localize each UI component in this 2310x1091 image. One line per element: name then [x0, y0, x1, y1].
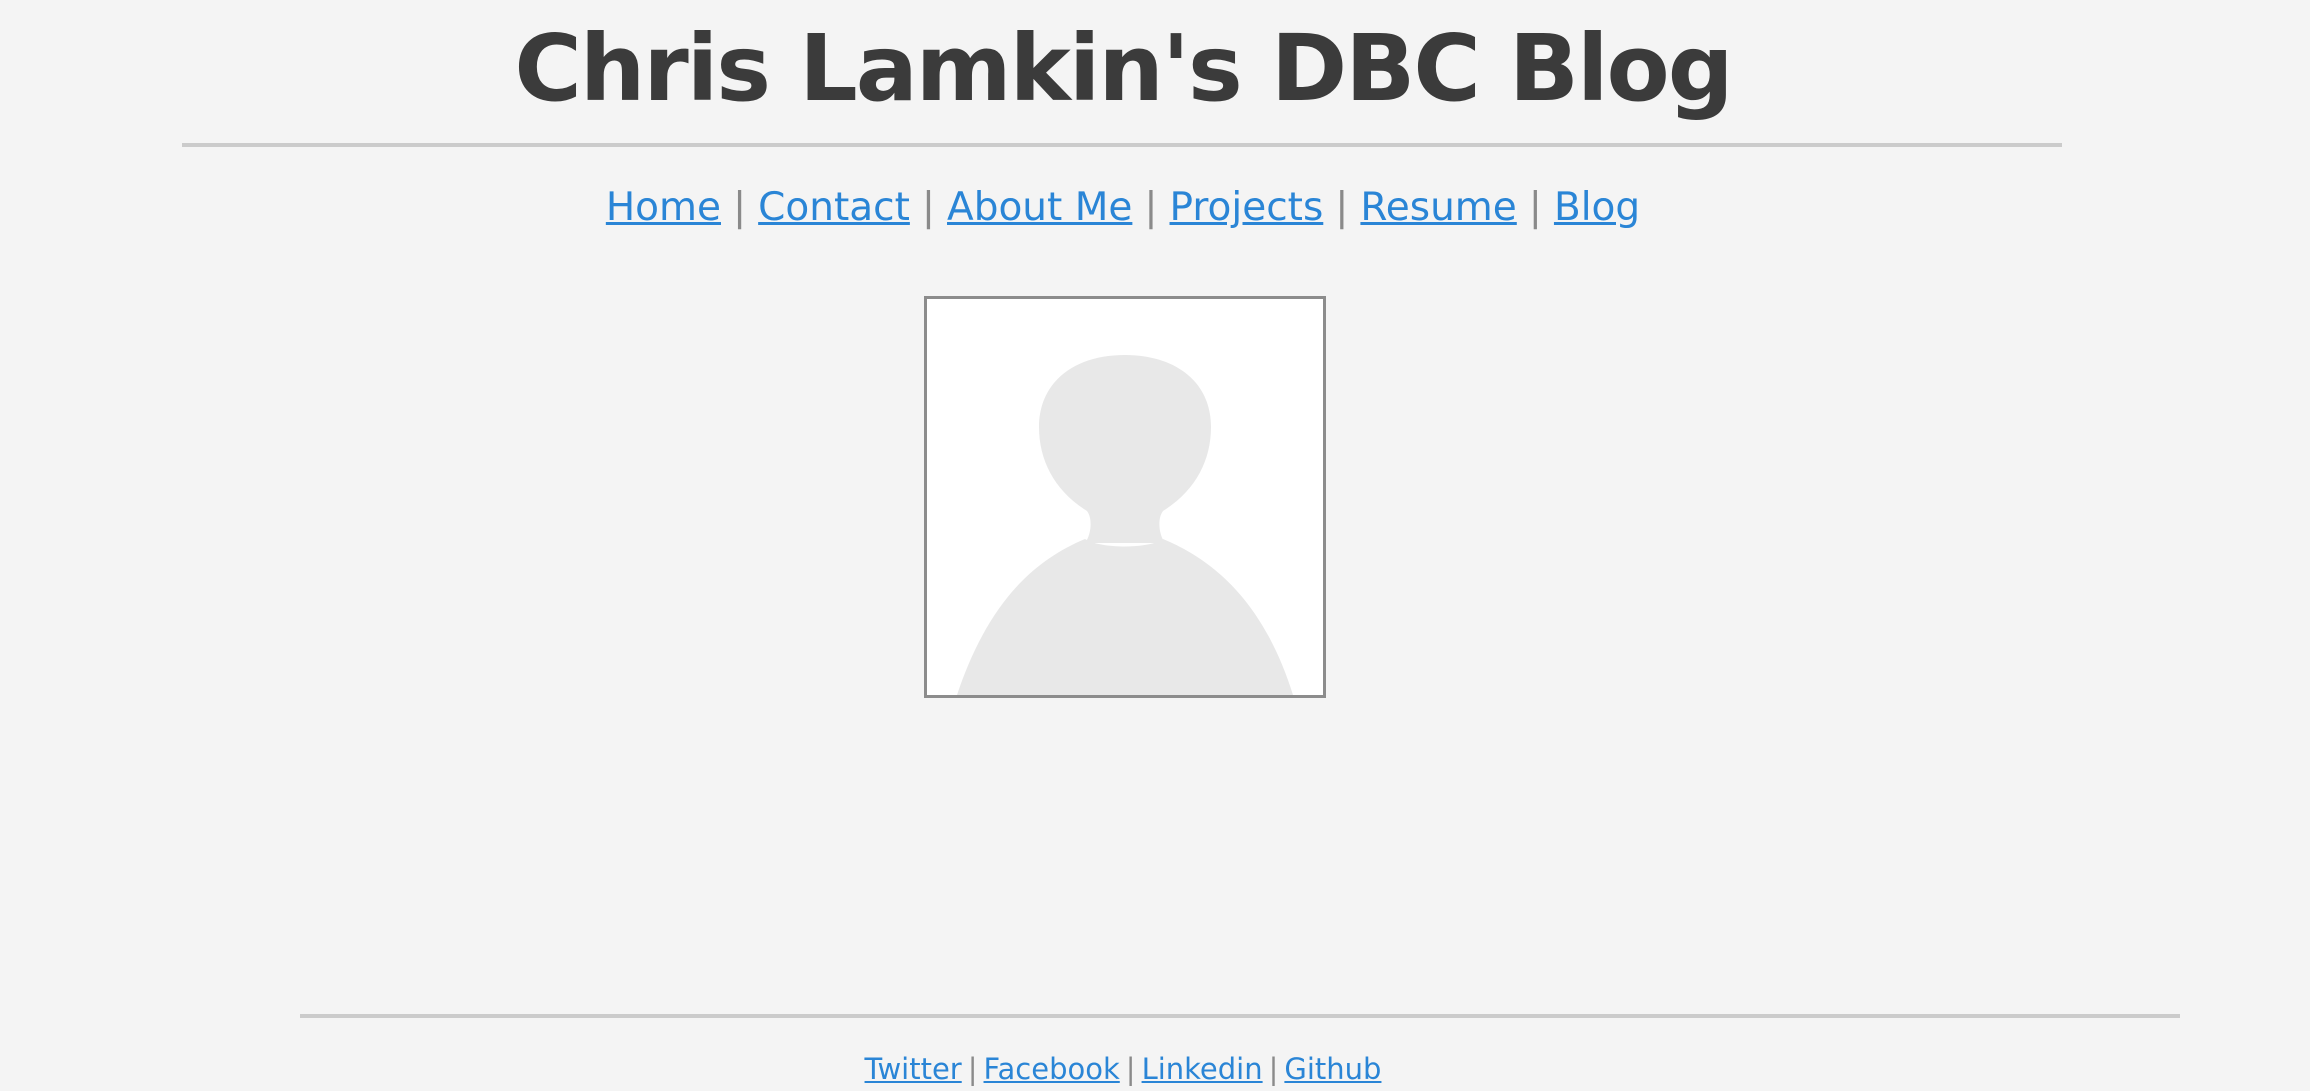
nav-separator: | [1144, 185, 1158, 230]
site-title: Chris Lamkin's DBC Blog [514, 15, 1733, 122]
nav-link-contact[interactable]: Contact [758, 185, 910, 230]
nav-link-home[interactable]: Home [606, 185, 721, 230]
footer-nav: Twitter | Facebook | Linkedin | Github [0, 1047, 2246, 1091]
nav-separator: | [1335, 185, 1349, 230]
profile-avatar [924, 296, 1326, 698]
nav-link-blog[interactable]: Blog [1554, 185, 1640, 230]
footer-divider [300, 1014, 2180, 1018]
nav-link-projects[interactable]: Projects [1170, 185, 1324, 230]
nav-link-about-me[interactable]: About Me [947, 185, 1132, 230]
footer-link-linkedin[interactable]: Linkedin [1142, 1052, 1263, 1086]
footer-link-github[interactable]: Github [1284, 1052, 1381, 1086]
footer-link-twitter[interactable]: Twitter [865, 1052, 962, 1086]
footer-separator: | [1268, 1052, 1279, 1086]
nav-separator: | [1528, 185, 1542, 230]
header-divider [182, 143, 2062, 147]
nav-link-resume[interactable]: Resume [1360, 185, 1516, 230]
footer-link-facebook[interactable]: Facebook [984, 1052, 1120, 1086]
nav-separator: | [921, 185, 936, 230]
footer-separator: | [967, 1052, 978, 1086]
avatar-silhouette-body [957, 539, 1293, 695]
footer-separator: | [1125, 1052, 1136, 1086]
nav-separator: | [733, 185, 747, 230]
avatar-silhouette-head [1039, 355, 1211, 543]
main-nav: Home | Contact | About Me | Projects | Resume | Bl… [0, 178, 2246, 238]
avatar-placeholder-icon [957, 355, 1293, 695]
